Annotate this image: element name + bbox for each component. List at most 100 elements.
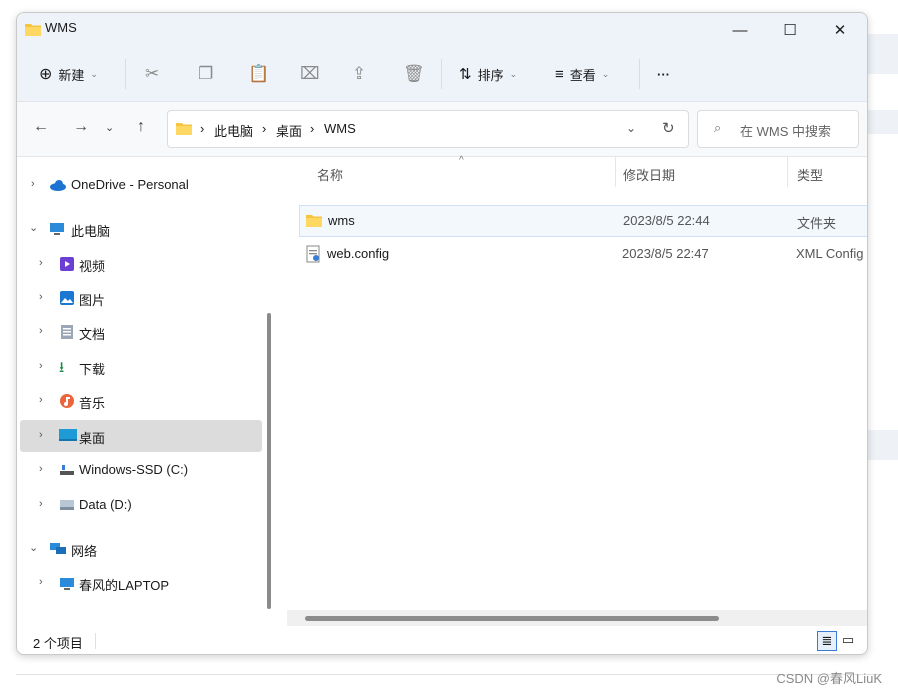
sidebar-item-network[interactable]: ⌄ 网络 xyxy=(17,533,261,565)
chevron-right-icon[interactable]: › xyxy=(39,325,43,337)
file-type: 文件夹 xyxy=(797,216,837,231)
chevron-right-icon[interactable]: › xyxy=(39,498,43,510)
more-options-button[interactable]: ··· xyxy=(657,61,670,87)
horizontal-scrollbar-thumb[interactable] xyxy=(305,616,719,621)
toolbar-separator xyxy=(441,59,442,89)
chevron-right-icon[interactable]: › xyxy=(39,291,43,303)
drive-icon xyxy=(59,462,75,478)
breadcrumb-desktop[interactable]: 桌面 xyxy=(276,121,302,140)
title-bar: WMS — ☐ ✕ xyxy=(17,13,867,47)
picture-icon xyxy=(59,290,75,306)
chevron-right-icon[interactable]: › xyxy=(39,257,43,269)
sidebar-item-label: 音乐 xyxy=(79,396,106,411)
search-placeholder: 在 WMS 中搜索 xyxy=(740,124,831,139)
sidebar-item-videos[interactable]: › 视频 xyxy=(17,248,261,280)
chevron-right-icon[interactable]: › xyxy=(39,576,43,588)
sidebar-item-desktop[interactable]: › 桌面 xyxy=(20,420,262,452)
sidebar-item-onedrive[interactable]: › OneDrive - Personal xyxy=(17,169,261,201)
breadcrumb-separator: › xyxy=(200,121,205,136)
share-icon[interactable]: ⇪ xyxy=(352,61,366,87)
chevron-right-icon[interactable]: › xyxy=(39,463,43,475)
column-header-type[interactable]: 类型 xyxy=(797,165,823,184)
tiles-view-icon[interactable]: ▭ xyxy=(839,631,857,649)
sidebar-item-music[interactable]: › 音乐 xyxy=(17,385,261,417)
column-header-name[interactable]: 名称 xyxy=(317,165,343,184)
sort-label: 排序 xyxy=(477,67,504,83)
address-bar[interactable]: › 此电脑 › 桌面 › WMS ⌄ ↻ xyxy=(167,110,689,148)
table-row[interactable]: wms 2023/8/5 22:44 文件夹 xyxy=(299,205,867,237)
search-icon: ⌕ xyxy=(714,120,722,135)
background-strip xyxy=(866,110,898,134)
file-explorer-window: WMS — ☐ ✕ ⊕ 新建 ⌄ ✂ ❐ 📋 ⌧ ⇪ 🗑 ⇅ 排序 ⌄ ≡ 查看… xyxy=(16,12,868,655)
refresh-icon[interactable]: ↻ xyxy=(662,119,675,137)
view-lines-icon: ≡ xyxy=(555,65,564,83)
sidebar-item-d-drive[interactable]: › Data (D:) xyxy=(17,489,261,521)
sidebar-item-label: 文档 xyxy=(79,327,106,342)
sidebar-item-label: 此电脑 xyxy=(71,224,111,239)
item-count: 2 个项目 xyxy=(33,636,83,651)
folder-icon xyxy=(176,121,192,138)
breadcrumb-wms[interactable]: WMS xyxy=(324,121,356,136)
sidebar-item-pictures[interactable]: › 图片 xyxy=(17,282,261,314)
sidebar-item-laptop[interactable]: › 春风的LAPTOP xyxy=(17,567,261,599)
file-name: web.config xyxy=(327,246,390,261)
paste-icon[interactable]: 📋 xyxy=(248,61,269,87)
chevron-right-icon[interactable]: › xyxy=(39,394,43,406)
sidebar-item-label: 网络 xyxy=(71,544,98,559)
sort-ascending-icon: ^ xyxy=(459,155,464,166)
watermark: CSDN @春风LiuK xyxy=(776,671,882,686)
file-modified: 2023/8/5 22:44 xyxy=(623,213,710,228)
minimize-button[interactable]: — xyxy=(717,13,763,47)
search-box[interactable]: ⌕ 在 WMS 中搜索 xyxy=(697,110,859,148)
sidebar-scrollbar[interactable] xyxy=(267,313,271,609)
chevron-down-icon: ⌄ xyxy=(90,68,98,79)
view-label: 查看 xyxy=(569,67,596,83)
chevron-right-icon[interactable]: › xyxy=(31,178,35,190)
breadcrumb-separator: › xyxy=(262,121,267,136)
background-divider xyxy=(16,674,882,675)
back-arrow-icon[interactable]: ← xyxy=(33,118,49,136)
sidebar-item-this-pc[interactable]: ⌄ 此电脑 xyxy=(17,213,261,245)
up-arrow-icon[interactable]: ↑ xyxy=(137,118,145,136)
sidebar-item-label: OneDrive - Personal xyxy=(71,177,189,192)
column-divider xyxy=(615,157,616,187)
address-history-chevron-icon[interactable]: ⌄ xyxy=(626,121,636,135)
copy-icon[interactable]: ❐ xyxy=(198,61,213,87)
rename-icon[interactable]: ⌧ xyxy=(300,61,320,87)
desktop-icon xyxy=(59,428,77,444)
sidebar-item-label: Windows-SSD (C:) xyxy=(79,462,189,477)
close-button[interactable]: ✕ xyxy=(817,13,863,47)
breadcrumb-separator: › xyxy=(310,121,315,136)
drive-icon xyxy=(59,497,75,513)
recent-locations-chevron-icon[interactable]: ⌄ xyxy=(105,121,114,134)
details-view-icon[interactable]: ≣ xyxy=(817,631,837,651)
folder-icon xyxy=(306,213,322,230)
sidebar-item-c-drive[interactable]: › Windows-SSD (C:) xyxy=(17,454,261,486)
computer-icon xyxy=(59,575,75,591)
file-name: wms xyxy=(328,213,355,228)
delete-icon[interactable]: 🗑 xyxy=(403,61,425,87)
table-row[interactable]: web.config 2023/8/5 22:47 XML Config xyxy=(299,239,867,269)
sidebar-item-documents[interactable]: › 文档 xyxy=(17,316,261,348)
video-icon xyxy=(59,256,75,272)
sidebar-item-downloads[interactable]: › ⭳ 下载 xyxy=(17,351,261,383)
background-strip xyxy=(866,430,898,460)
maximize-button[interactable]: ☐ xyxy=(767,13,813,47)
status-bar: 2 个项目 ≣ ▭ xyxy=(17,627,867,654)
chevron-down-icon[interactable]: ⌄ xyxy=(29,541,38,554)
forward-arrow-icon[interactable]: → xyxy=(73,118,89,136)
window-title: WMS xyxy=(45,20,77,35)
view-button[interactable]: ≡ 查看 ⌄ xyxy=(555,61,609,87)
chevron-right-icon[interactable]: › xyxy=(39,429,43,441)
sidebar-item-label: 春风的LAPTOP xyxy=(79,578,170,593)
chevron-down-icon[interactable]: ⌄ xyxy=(29,221,38,234)
chevron-right-icon[interactable]: › xyxy=(39,360,43,372)
sort-button[interactable]: ⇅ 排序 ⌄ xyxy=(459,61,517,87)
chevron-down-icon: ⌄ xyxy=(509,68,518,79)
new-button[interactable]: ⊕ 新建 ⌄ xyxy=(39,61,98,87)
file-list: ^ 名称 修改日期 类型 wms 2023/8/5 22:44 文件夹 web.… xyxy=(287,155,867,627)
sidebar-item-label: 下载 xyxy=(79,362,106,377)
cut-icon[interactable]: ✂ xyxy=(145,61,159,87)
column-header-modified[interactable]: 修改日期 xyxy=(623,165,675,184)
breadcrumb-this-pc[interactable]: 此电脑 xyxy=(214,121,253,140)
